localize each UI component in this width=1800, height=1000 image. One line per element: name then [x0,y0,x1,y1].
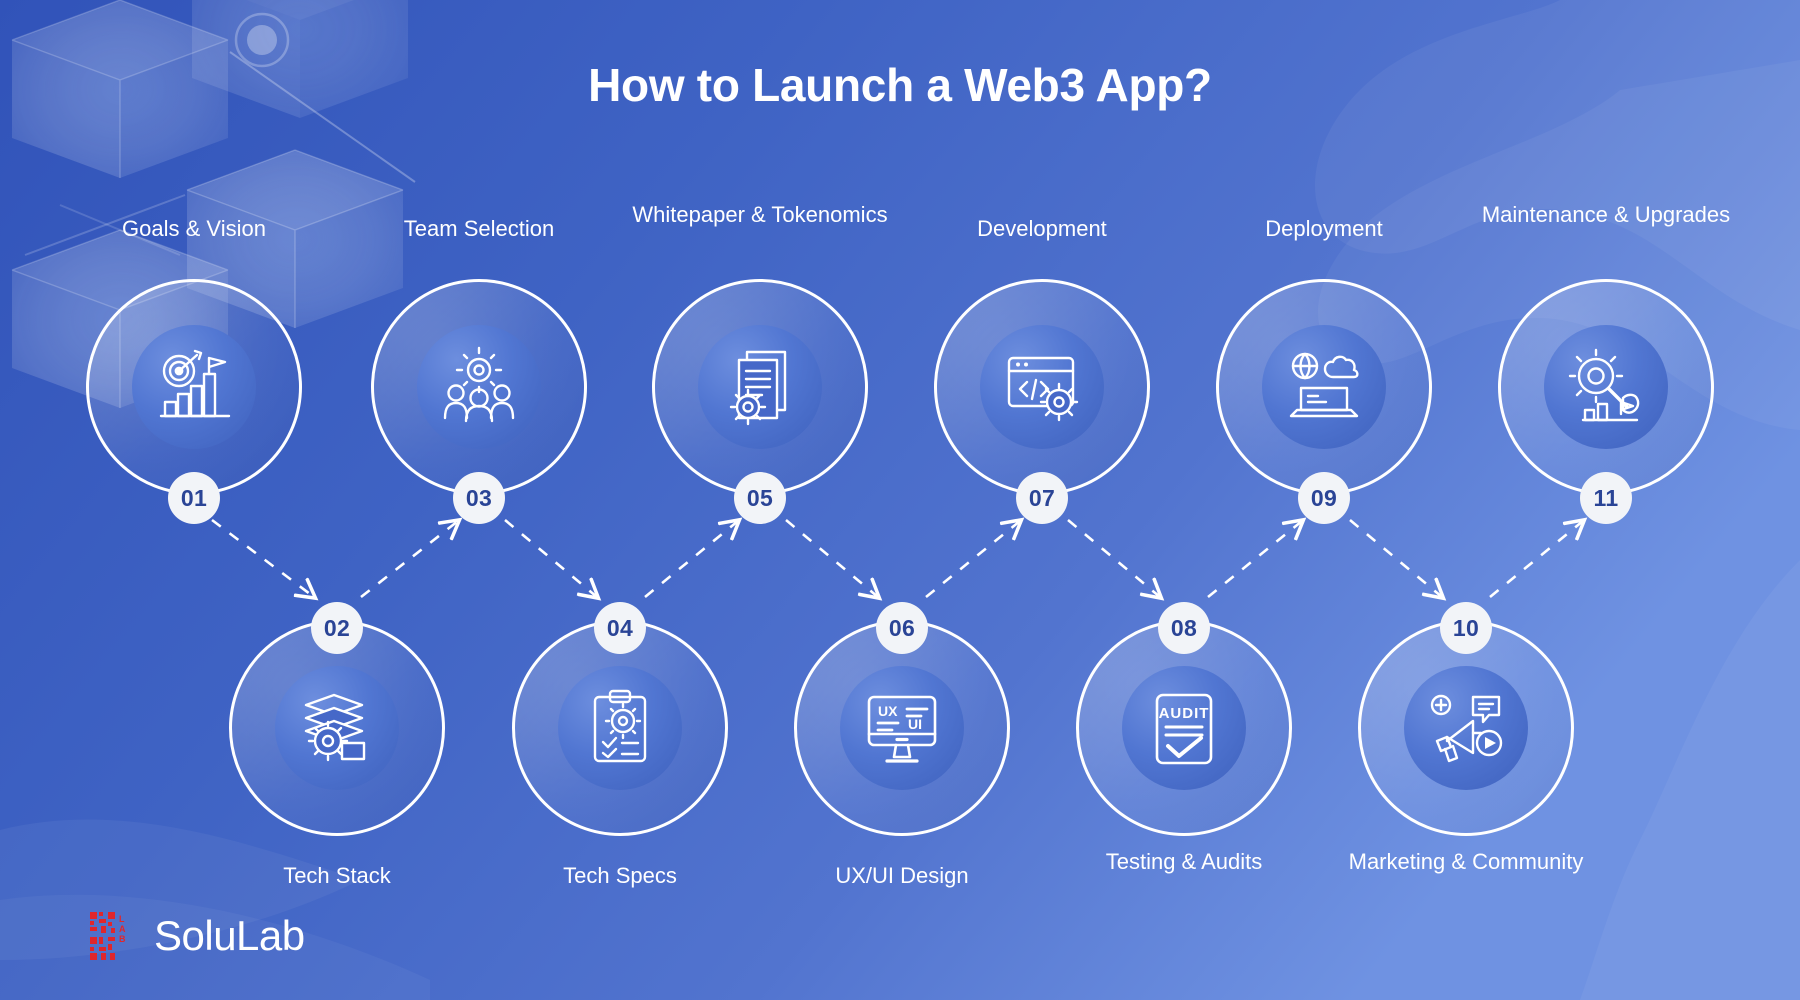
step-badge-05: 05 [734,472,786,524]
step-badge-08: 08 [1158,602,1210,654]
connector-arrows [211,0,1800,1000]
infographic-canvas: How to Launch a Web3 App? Goals & Vision… [0,0,1800,1000]
step-badge-03: 03 [453,472,505,524]
step-badge-07: 07 [1016,472,1068,524]
step-badge-10: 10 [1440,602,1492,654]
step-badge-06: 06 [876,602,928,654]
step-badge-01: 01 [168,472,220,524]
step-badge-02: 02 [311,602,363,654]
step-badge-09: 09 [1298,472,1350,524]
step-badge-11: 11 [1580,472,1632,524]
step-badge-04: 04 [594,602,646,654]
